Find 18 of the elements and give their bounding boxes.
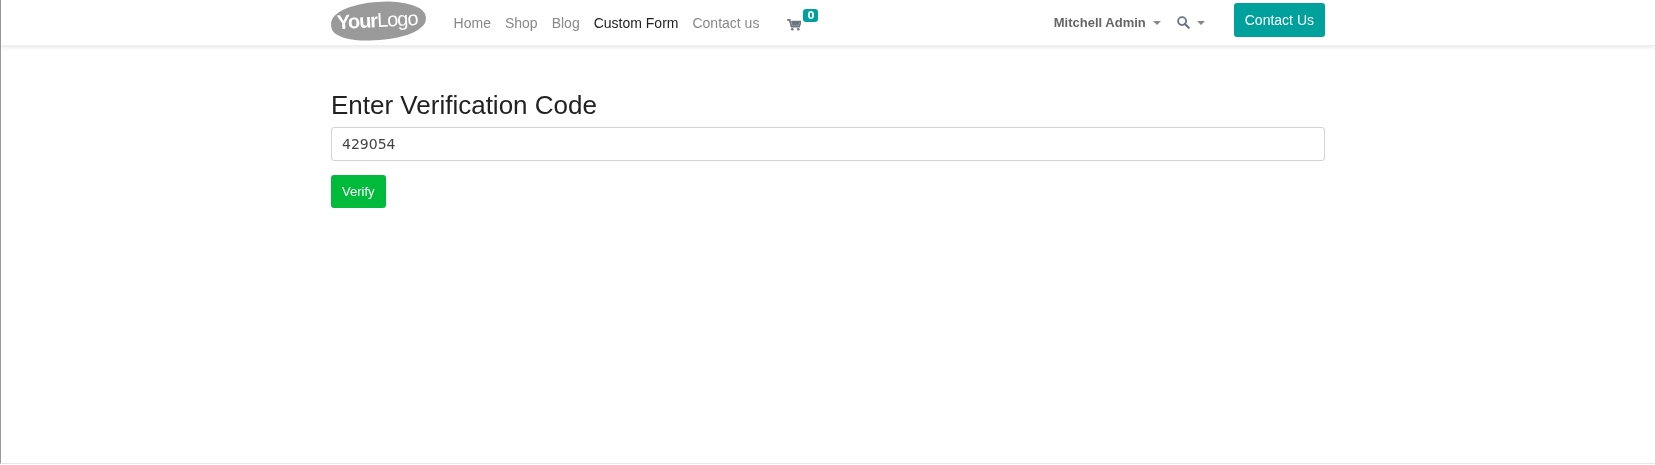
page-title: Enter Verification Code [331,90,598,121]
cart-link[interactable]: 0 [787,8,819,31]
verify-button[interactable]: Verify [331,175,386,208]
search-icon [1176,16,1190,29]
menu-item[interactable]: Blog [551,14,580,31]
menu-item[interactable]: Custom Form [593,14,679,31]
menu-item[interactable]: Home [453,14,491,31]
caret-icon [1196,20,1205,25]
cart-count: 0 [803,8,819,22]
verification-code-field[interactable]: 429054 [331,127,1325,161]
search-menu[interactable] [1176,16,1205,29]
contact-us-button[interactable]: Contact Us [1233,2,1325,37]
menu-item[interactable]: Shop [504,14,538,31]
caret-icon [1152,20,1161,25]
cart-icon [787,18,802,31]
menu-item[interactable]: Contact us [692,14,760,31]
user-menu[interactable]: Mitchell Admin [1053,15,1161,30]
logo[interactable]: YourLogo [330,0,427,42]
